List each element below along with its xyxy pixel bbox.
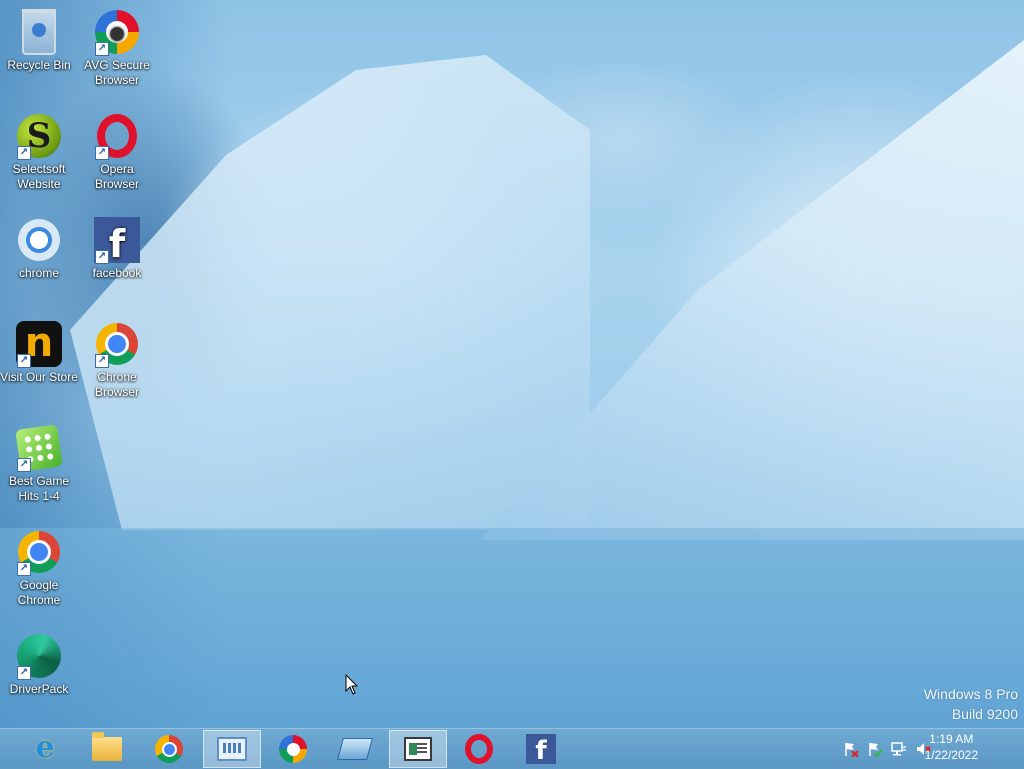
desktop-icon-label: AVG Secure Browser	[84, 58, 150, 87]
windows-watermark: Windows 8 Pro Build 9200	[924, 684, 1018, 724]
watermark-build: Build 9200	[951, 706, 1018, 722]
desktop-icon-avg-secure-browser[interactable]: ⬤ ↗ AVG Secure Browser	[78, 8, 156, 88]
taskbar-google-chrome[interactable]	[140, 730, 198, 768]
security-check-icon[interactable]	[867, 741, 883, 758]
desktop-icon-label: Recycle Bin	[7, 58, 71, 72]
system-properties-icon	[217, 737, 247, 761]
driverpack-icon: ↗	[15, 632, 63, 680]
taskbar-facebook[interactable]: f	[512, 730, 570, 768]
ie-icon: e	[35, 730, 55, 765]
watermark-edition: Windows 8 Pro	[923, 686, 1018, 702]
desktop-icon-label: Selectsoft Website	[12, 162, 66, 191]
desktop-icon-visit-store[interactable]: n ↗ Visit Our Store	[0, 320, 78, 385]
news-icon	[404, 737, 432, 761]
store-icon: n ↗	[15, 320, 63, 368]
wallpaper-water	[0, 528, 1024, 728]
desktop-icon-recycle-bin[interactable]: Recycle Bin	[0, 8, 78, 73]
desktop-icon-facebook[interactable]: f ↗ facebook	[78, 216, 156, 281]
desktop-icon-chrome[interactable]: chrome	[0, 216, 78, 281]
taskbar-system-properties[interactable]	[203, 730, 261, 768]
folder-icon	[92, 732, 122, 761]
shortcut-arrow-icon: ↗	[17, 458, 31, 472]
desktop-icon-opera-browser[interactable]: ↗ Opera Browser	[78, 112, 156, 192]
shortcut-arrow-icon: ↗	[95, 42, 109, 56]
desktop-icon-label: Visit Our Store	[0, 370, 78, 384]
mouse-cursor-icon	[345, 674, 359, 695]
taskbar-opera[interactable]	[450, 730, 508, 768]
taskbar-news-app[interactable]	[389, 730, 447, 768]
chrome-icon: ↗	[93, 320, 141, 368]
avg-icon: ⬤ ↗	[93, 8, 141, 56]
desktop-icon-label: Google Chrome	[17, 578, 61, 607]
taskbar-avg-secure-browser[interactable]	[264, 730, 322, 768]
facebook-icon: f	[526, 734, 556, 764]
opera-icon: ↗	[93, 112, 141, 160]
shortcut-arrow-icon: ↗	[17, 562, 31, 576]
shortcut-arrow-icon: ↗	[17, 666, 31, 680]
dice-icon: ↗	[15, 424, 63, 472]
chrome-icon: ↗	[15, 528, 63, 576]
taskbar-file-explorer[interactable]	[78, 730, 136, 768]
shortcut-arrow-icon: ↗	[17, 354, 31, 368]
facebook-icon: f ↗	[93, 216, 141, 264]
desktop-icon-label: DriverPack	[9, 682, 69, 696]
avg-icon	[279, 735, 307, 763]
shortcut-arrow-icon: ↗	[95, 146, 109, 160]
desktop-icon-label: Chrone Browser	[94, 370, 139, 399]
desktop-icon-label: chrome	[18, 266, 59, 280]
shortcut-arrow-icon: ↗	[17, 146, 31, 160]
desktop-icon-driverpack[interactable]: ↗ DriverPack	[0, 632, 78, 697]
desktop-icon-google-chrome[interactable]: ↗ Google Chrome	[0, 528, 78, 608]
clock-time: 1:19 AM	[929, 732, 974, 746]
desktop-icon-selectsoft[interactable]: S ↗ Selectsoft Website	[0, 112, 78, 192]
chrome-icon	[155, 735, 183, 763]
selectsoft-icon: S ↗	[15, 112, 63, 160]
desktop-icon-best-game-hits[interactable]: ↗ Best Game Hits 1-4	[0, 424, 78, 504]
chrome-light-icon	[15, 216, 63, 264]
opera-icon	[465, 734, 493, 764]
clock-date: 1/22/2022	[924, 748, 978, 762]
taskbar-clock[interactable]: 1:19 AM 1/22/2022	[925, 731, 978, 763]
shortcut-arrow-icon: ↗	[95, 250, 109, 264]
recycle-bin-icon	[15, 8, 63, 56]
desktop-icon-label: Best Game Hits 1-4	[8, 474, 70, 503]
shortcut-arrow-icon: ↗	[95, 354, 109, 368]
network-icon[interactable]	[891, 741, 907, 757]
desktop-icon-chrone-browser[interactable]: ↗ Chrone Browser	[78, 320, 156, 400]
taskbar-internet-explorer[interactable]: e	[16, 730, 74, 768]
desktop-icon-label: facebook	[92, 266, 142, 280]
remote-desktop-icon	[337, 738, 373, 760]
desktop-icon-label: Opera Browser	[94, 162, 139, 191]
taskbar-remote-desktop[interactable]	[326, 730, 384, 768]
action-center-flag-icon[interactable]	[843, 741, 859, 758]
